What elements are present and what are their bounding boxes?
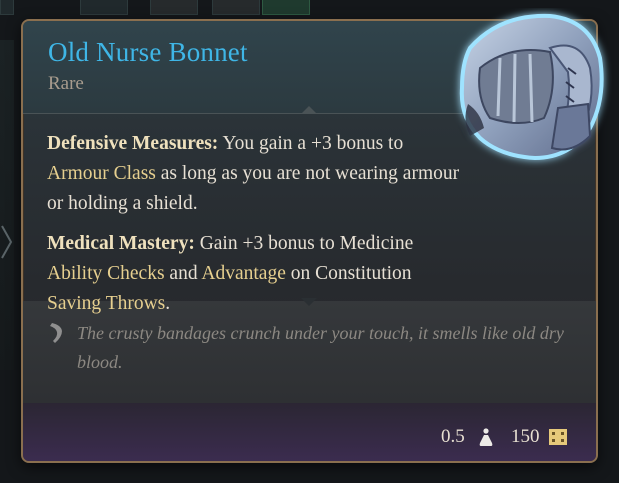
passive-text: . (165, 293, 171, 314)
keyword-link-armour-class[interactable]: Armour Class (47, 163, 156, 184)
item-name: Old Nurse Bonnet (48, 37, 248, 67)
item-rarity: Rare (48, 73, 84, 94)
inventory-slot[interactable] (262, 0, 310, 15)
passive-title: Defensive Measures: (47, 133, 219, 154)
divider-notch-icon (301, 106, 317, 114)
flavor-text: The crusty bandages crunch under your to… (77, 323, 564, 372)
chevron-right-icon[interactable] (0, 222, 14, 262)
bonnet-item-image (459, 13, 604, 161)
passive-text: You gain a +3 bonus to (218, 133, 404, 154)
gold-icon (549, 429, 567, 445)
inventory-slot[interactable] (80, 0, 128, 15)
passive-medical-mastery: Medical Mastery: Gain +3 bonus to Medici… (47, 229, 467, 319)
keyword-link-saving-throws[interactable]: Saving Throws (47, 293, 165, 314)
passive-text: Gain +3 bonus to Medicine (194, 233, 414, 254)
weight-icon (479, 428, 493, 446)
weight-value: 0.5 (441, 426, 465, 447)
passive-text: on Constitution (285, 263, 412, 284)
passive-text: and (164, 263, 202, 284)
inventory-slot[interactable] (150, 0, 198, 15)
inventory-slot[interactable] (0, 0, 14, 15)
feather-icon (50, 323, 62, 343)
inventory-slot[interactable] (212, 0, 260, 15)
keyword-link-advantage[interactable]: Advantage (201, 263, 285, 284)
inventory-panel-edge (0, 40, 14, 370)
passive-defensive-measures: Defensive Measures: You gain a +3 bonus … (47, 129, 467, 219)
passives-list: Defensive Measures: You gain a +3 bonus … (47, 129, 467, 329)
price-value: 150 (511, 426, 540, 447)
keyword-link-ability-checks[interactable]: Ability Checks (47, 263, 165, 284)
passive-title: Medical Mastery: (47, 233, 195, 254)
